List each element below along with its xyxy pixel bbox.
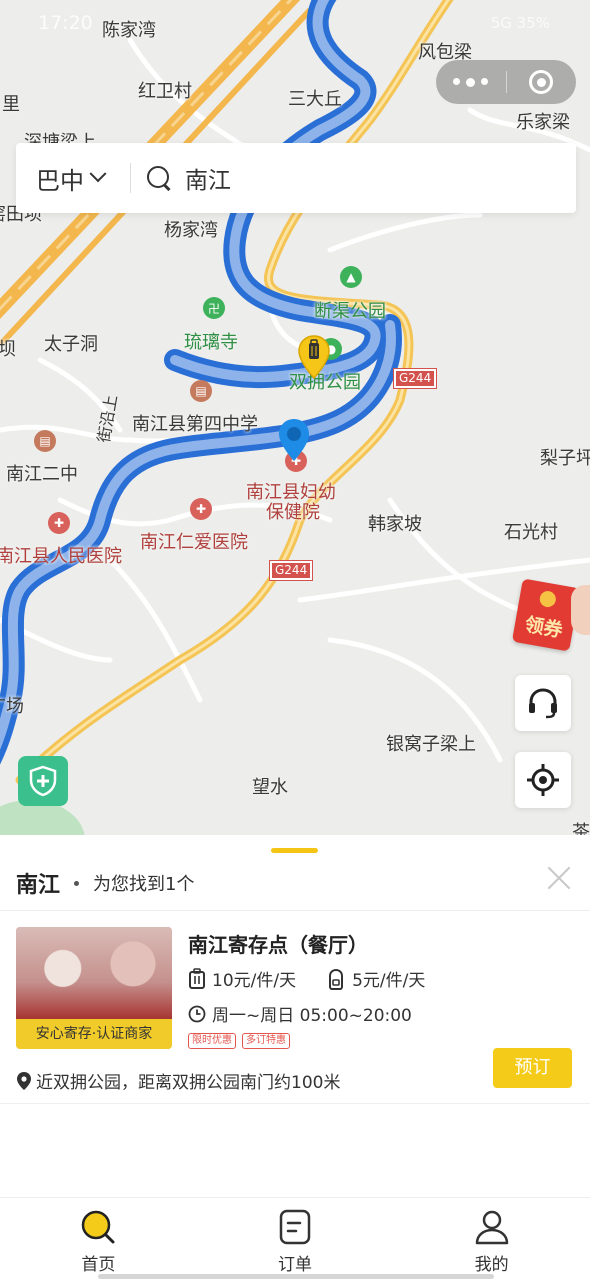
- storage-location-pin[interactable]: [297, 334, 331, 380]
- luggage-icon: [189, 967, 205, 989]
- store-card[interactable]: 安心寄存·认证商家 南江寄存点（餐厅） 10元/件/天 5元/件/天 周一~周日…: [0, 911, 590, 1103]
- tab-profile[interactable]: 我的: [393, 1198, 590, 1280]
- map-label-sandaqiu: 三大丘: [288, 89, 342, 110]
- search-bar: 巴中 南江: [16, 143, 576, 213]
- order-list-icon: [279, 1209, 311, 1245]
- road-shield-g244-2: G244: [268, 560, 314, 581]
- store-address: 近双拥公园，距离双拥公园南门约100米: [36, 1073, 341, 1093]
- map-label-shiguangcun: 石光村: [504, 522, 558, 543]
- home-indicator: [98, 1274, 494, 1279]
- map-label-liulisi: 琉璃寺: [184, 332, 238, 353]
- hospital-icon-2: ✚: [48, 512, 70, 534]
- close-icon[interactable]: [544, 863, 574, 893]
- address-row: 近双拥公园，距离双拥公园南门约100米: [16, 1068, 340, 1093]
- map-view[interactable]: 17:20 5G 35% 陈家湾 风包梁 里 红卫村 三大丘 乐家梁 深塘梁上 …: [0, 0, 590, 835]
- map-label-duanqu-park: 断渠公园: [314, 301, 386, 322]
- map-label-yangjiawan: 杨家湾: [164, 220, 218, 241]
- promo-badges: 限时优惠 多订特惠: [188, 1033, 290, 1049]
- chevron-down-icon: [89, 165, 107, 183]
- map-label-renmin: 南江县人民医院: [0, 546, 122, 567]
- clock-icon: [188, 1005, 206, 1022]
- tab-orders[interactable]: 订单: [197, 1198, 394, 1280]
- price-large-luggage: 10元/件/天: [212, 971, 297, 991]
- backpack-icon: [329, 968, 344, 990]
- price-row: 10元/件/天 5元/件/天: [188, 966, 425, 991]
- tab-profile-label: 我的: [474, 1255, 509, 1275]
- coupon-seal-icon: [538, 589, 558, 609]
- coupon-red-envelope[interactable]: 领券: [511, 578, 581, 652]
- results-count: 为您找到1个: [93, 874, 195, 895]
- map-label-chenjiawan: 陈家湾: [102, 20, 156, 41]
- locate-crosshair-icon: [527, 764, 559, 796]
- school-icon-2: ▤: [34, 430, 56, 452]
- map-label-guangchang: 广场: [0, 696, 24, 717]
- user-profile-icon: [475, 1210, 508, 1245]
- map-label-wangshui: 望水: [252, 777, 288, 798]
- map-label-hanjiapo: 韩家坡: [368, 514, 422, 535]
- map-label-li: 里: [2, 94, 20, 115]
- map-label-ba: 坝: [0, 339, 16, 360]
- road-shield-g244: G244: [392, 368, 438, 389]
- shield-plus-icon: [29, 765, 57, 797]
- search-home-icon: [82, 1210, 115, 1244]
- tab-home-label: 首页: [81, 1255, 116, 1275]
- promo-badge: 多订特惠: [242, 1033, 290, 1049]
- book-button[interactable]: 预订: [493, 1048, 572, 1088]
- status-bar: 17:20 5G 35%: [0, 0, 590, 48]
- city-label: 巴中: [36, 166, 84, 195]
- hours-row: 周一~周日 05:00~20:00: [188, 1001, 412, 1026]
- search-input[interactable]: 南江: [185, 161, 231, 195]
- city-selector[interactable]: 巴中: [16, 161, 130, 196]
- map-label-disizhongxue: 南江县第四中学: [132, 414, 258, 435]
- location-pin-icon: [17, 1071, 31, 1090]
- promo-badge: 限时优惠: [188, 1033, 236, 1049]
- status-indicators: 5G 35%: [490, 14, 550, 32]
- results-title: 南江: [16, 873, 61, 898]
- map-label-taizidong: 太子洞: [44, 334, 98, 355]
- results-panel: 南江 为您找到1个 安心寄存·认证商家 南江寄存点（餐厅） 10元/件/天 5元…: [0, 835, 590, 1197]
- more-dots-icon[interactable]: [436, 77, 506, 87]
- verified-merchant-tag: 安心寄存·认证商家: [16, 1019, 172, 1049]
- tab-orders-label: 订单: [278, 1255, 312, 1275]
- customer-service-button[interactable]: [515, 675, 571, 731]
- price-small-bag: 5元/件/天: [352, 971, 426, 991]
- target-close-icon[interactable]: [507, 70, 577, 94]
- miniapp-capsule: [436, 60, 576, 104]
- bottom-tab-bar: 首页 订单 我的: [0, 1197, 590, 1280]
- map-label-renai: 南江仁爱医院: [140, 532, 248, 553]
- store-name: 南江寄存点（餐厅）: [188, 933, 368, 957]
- results-header: 南江 为您找到1个: [16, 867, 576, 899]
- security-shield-button[interactable]: [18, 756, 68, 806]
- tab-home[interactable]: 首页: [0, 1198, 197, 1280]
- opening-hours: 周一~周日 05:00~20:00: [212, 1006, 412, 1026]
- current-location-pin: [279, 419, 309, 461]
- status-time: 17:20: [38, 12, 93, 34]
- map-label-lejialiang: 乐家梁: [516, 112, 570, 133]
- locate-me-button[interactable]: [515, 752, 571, 808]
- map-label-erzhong: 南江二中: [6, 464, 78, 485]
- headset-icon: [529, 688, 557, 719]
- temple-icon: 卍: [203, 297, 225, 319]
- hospital-icon-3: ✚: [190, 498, 212, 520]
- map-label-hongweicun: 红卫村: [138, 81, 192, 102]
- map-label-yinwozi: 银窝子梁上: [386, 734, 476, 755]
- map-label-fuyou-2: 保健院: [266, 502, 320, 523]
- store-thumbnail: 安心寄存·认证商家: [16, 927, 172, 1049]
- coupon-label: 领券: [523, 613, 565, 642]
- map-label-cha: 茶: [572, 822, 590, 835]
- search-icon: [147, 166, 171, 190]
- map-label-lizipo: 梨子坪: [540, 448, 590, 469]
- park-icon: ▲: [340, 266, 362, 288]
- school-icon: ▤: [190, 380, 212, 402]
- hand-icon: [571, 585, 590, 635]
- drag-handle[interactable]: [271, 848, 318, 853]
